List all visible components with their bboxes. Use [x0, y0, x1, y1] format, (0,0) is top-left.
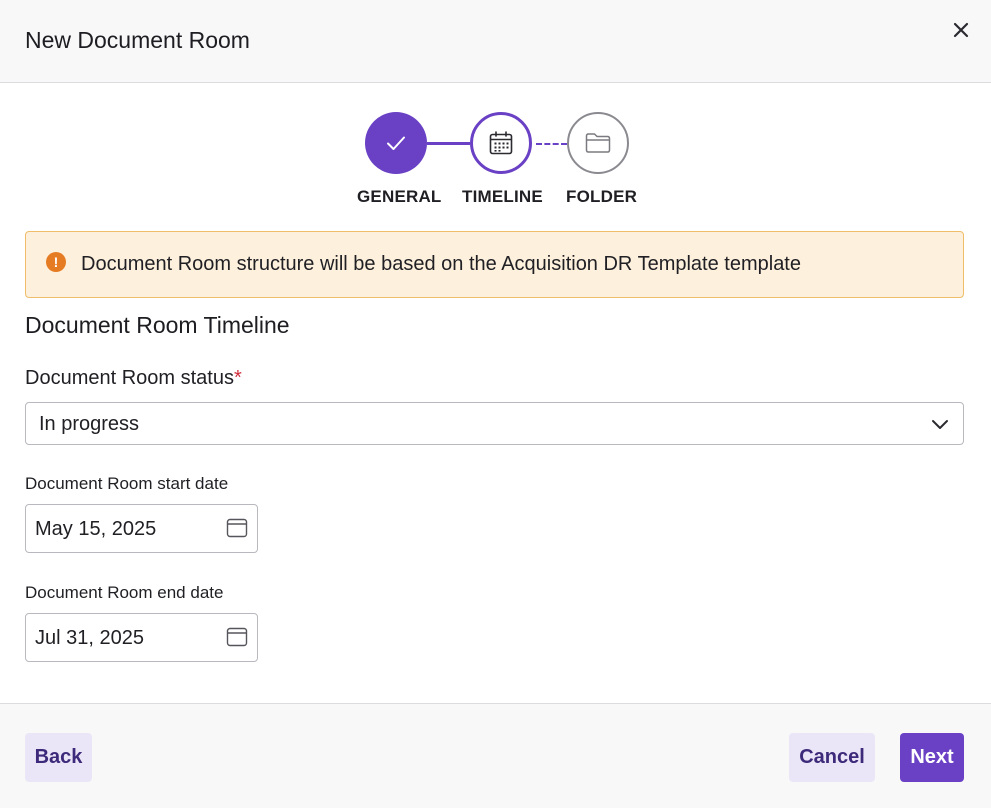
calendar-icon[interactable]: [226, 626, 248, 648]
dialog-header: New Document Room: [0, 0, 991, 83]
step-label-general: GENERAL: [357, 187, 442, 206]
folder-icon: [585, 133, 611, 153]
stepper: GENERAL TIMELINE FOLDER: [0, 110, 991, 210]
dialog-footer: Back Cancel Next: [0, 703, 991, 808]
section-title: Document Room Timeline: [25, 312, 290, 338]
status-select-value: In progress: [39, 413, 140, 435]
calendar-icon: [489, 131, 513, 155]
check-icon: [387, 136, 405, 150]
back-button[interactable]: Back: [25, 733, 92, 782]
step-connector-pending: [536, 143, 567, 145]
status-label-text: Document Room status: [25, 367, 234, 389]
step-timeline[interactable]: [470, 112, 532, 174]
alert-message: Document Room structure will be based on…: [81, 253, 801, 275]
calendar-icon[interactable]: [226, 517, 248, 539]
required-marker: *: [233, 367, 242, 389]
dialog-title: New Document Room: [25, 27, 250, 53]
chevron-down-icon: [932, 420, 948, 429]
end-date-field[interactable]: Jul 31, 2025: [25, 613, 258, 662]
end-date-label: Document Room end date: [25, 583, 224, 602]
status-select[interactable]: In progress: [25, 402, 964, 445]
step-label-folder: FOLDER: [566, 187, 638, 206]
template-info-alert: ! Document Room structure will be based …: [25, 231, 964, 298]
start-date-label: Document Room start date: [25, 474, 229, 493]
next-button[interactable]: Next: [900, 733, 964, 782]
start-date-value: May 15, 2025: [35, 518, 157, 540]
status-label: Document Room status*: [25, 367, 242, 390]
step-label-timeline: TIMELINE: [462, 187, 543, 206]
step-general[interactable]: [365, 112, 427, 174]
cancel-button[interactable]: Cancel: [789, 733, 875, 782]
close-icon[interactable]: [950, 19, 972, 41]
step-folder[interactable]: [567, 112, 629, 174]
warning-icon: !: [46, 252, 66, 272]
end-date-value: Jul 31, 2025: [35, 627, 144, 649]
step-connector-completed: [427, 142, 470, 145]
start-date-field[interactable]: May 15, 2025: [25, 504, 258, 553]
